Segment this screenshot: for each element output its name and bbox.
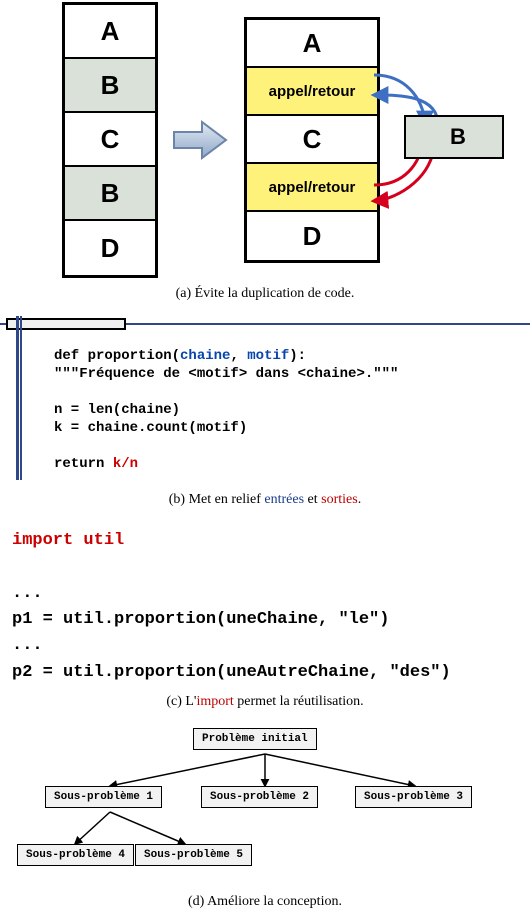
code-block-b: def proportion(chaine, motif): """Fréque…: [0, 336, 530, 484]
paren-open: (: [172, 348, 180, 364]
tree-icon: Problème initial Sous-problème 1 Sous-pr…: [15, 726, 515, 886]
caption-c-prefix: (c) L': [166, 694, 196, 709]
caption-a: (a) Évite la duplication de code.: [0, 286, 530, 302]
import-keyword: import: [12, 531, 83, 550]
dots1: ...: [12, 581, 518, 607]
right-cell-c: C: [247, 116, 377, 164]
divider-b: [0, 312, 530, 332]
right-cell-a: A: [247, 20, 377, 68]
caption-c: (c) L'import permet la réutilisation.: [0, 694, 530, 710]
comma: ,: [230, 348, 247, 364]
tree-sp3: Sous-problème 3: [355, 786, 472, 808]
section-b: def proportion(chaine, motif): """Fréque…: [0, 312, 530, 484]
n-line: n = len(chaine): [54, 402, 530, 418]
p1-line: p1 = util.proportion(uneChaine, "le"): [12, 607, 518, 633]
paren-close: ):: [289, 348, 306, 364]
right-stack: A appel/retour C appel/retour D: [244, 17, 380, 263]
docstring: """Fréquence de <motif> dans <chaine>.""…: [54, 366, 530, 382]
left-cell-b2: B: [65, 167, 155, 221]
right-cell-appel1: appel/retour: [247, 68, 377, 116]
b-box: B: [404, 115, 504, 159]
caption-b-et: et: [304, 492, 321, 507]
right-cell-d: D: [247, 212, 377, 260]
caption-b-prefix: (b) Met en relief: [169, 492, 265, 507]
left-cell-c: C: [65, 113, 155, 167]
caption-d: (d) Améliore la conception.: [0, 894, 530, 910]
section-a: A B C B D A appel/retour C appel/retour …: [0, 0, 530, 278]
caption-b: (b) Met en relief entrées et sorties.: [0, 492, 530, 508]
tree-sp2: Sous-problème 2: [201, 786, 318, 808]
left-stack: A B C B D: [62, 2, 158, 278]
caption-b-period: .: [358, 492, 362, 507]
return-keyword: return: [54, 456, 113, 472]
tree-sp5: Sous-problème 5: [135, 844, 252, 866]
caption-b-sorties: sorties: [321, 492, 358, 507]
caption-c-import: import: [196, 694, 233, 709]
left-cell-d: D: [65, 221, 155, 275]
tree-sp4: Sous-problème 4: [17, 844, 134, 866]
def-keyword: def: [54, 348, 88, 364]
caption-b-entrees: entrées: [264, 492, 304, 507]
tree-sp1: Sous-problème 1: [45, 786, 162, 808]
import-module: util: [83, 531, 124, 550]
dots2: ...: [12, 633, 518, 659]
left-cell-a: A: [65, 5, 155, 59]
code-block-c: import util ... p1 = util.proportion(une…: [12, 528, 518, 686]
param-chaine: chaine: [180, 348, 230, 364]
p2-line: p2 = util.proportion(uneAutreChaine, "de…: [12, 660, 518, 686]
left-cell-b1: B: [65, 59, 155, 113]
section-c: import util ... p1 = util.proportion(une…: [0, 518, 530, 686]
tree-root: Problème initial: [193, 728, 317, 750]
right-cell-appel2: appel/retour: [247, 164, 377, 212]
return-expr: k/n: [113, 456, 138, 472]
b-box-label: B: [450, 124, 466, 150]
arrow-icon: [166, 110, 236, 170]
k-line: k = chaine.count(motif): [54, 420, 530, 436]
caption-c-suffix: permet la réutilisation.: [234, 694, 364, 709]
section-d: Problème initial Sous-problème 1 Sous-pr…: [0, 720, 530, 886]
param-motif: motif: [247, 348, 289, 364]
fn-name: proportion: [88, 348, 172, 364]
